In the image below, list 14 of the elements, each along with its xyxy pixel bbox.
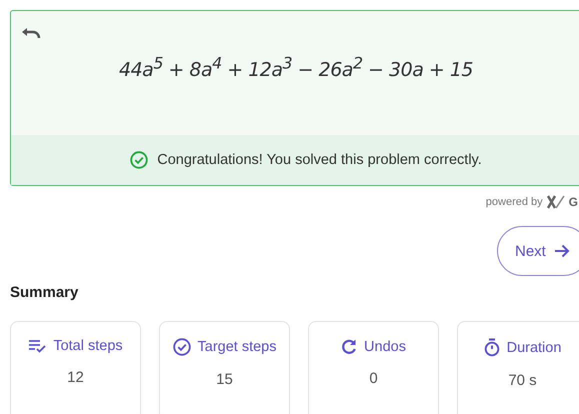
stat-value: 15	[215, 371, 234, 388]
stat-value: 0	[368, 370, 379, 387]
stat-value: 12	[66, 369, 85, 386]
stat-label: Duration	[506, 340, 562, 356]
stat-label: Total steps	[53, 338, 123, 354]
feedback-message: Congratulations! You solved this problem correctly.	[157, 152, 482, 168]
brand-name: G	[568, 195, 578, 209]
summary-heading: Summary	[10, 284, 80, 301]
math-expression: 44a$^{5}$ + 8a$^{4}$ + 12a$^{3}$ − 26a$^{2}$ − 30a + 15	[118, 59, 474, 82]
stat-label: Undos	[364, 338, 406, 354]
stat-label: Target steps	[198, 339, 276, 355]
stat-value: 70 s	[507, 372, 538, 389]
next-button[interactable]: Next	[497, 226, 579, 276]
powered-by-label: powered by	[486, 196, 543, 208]
